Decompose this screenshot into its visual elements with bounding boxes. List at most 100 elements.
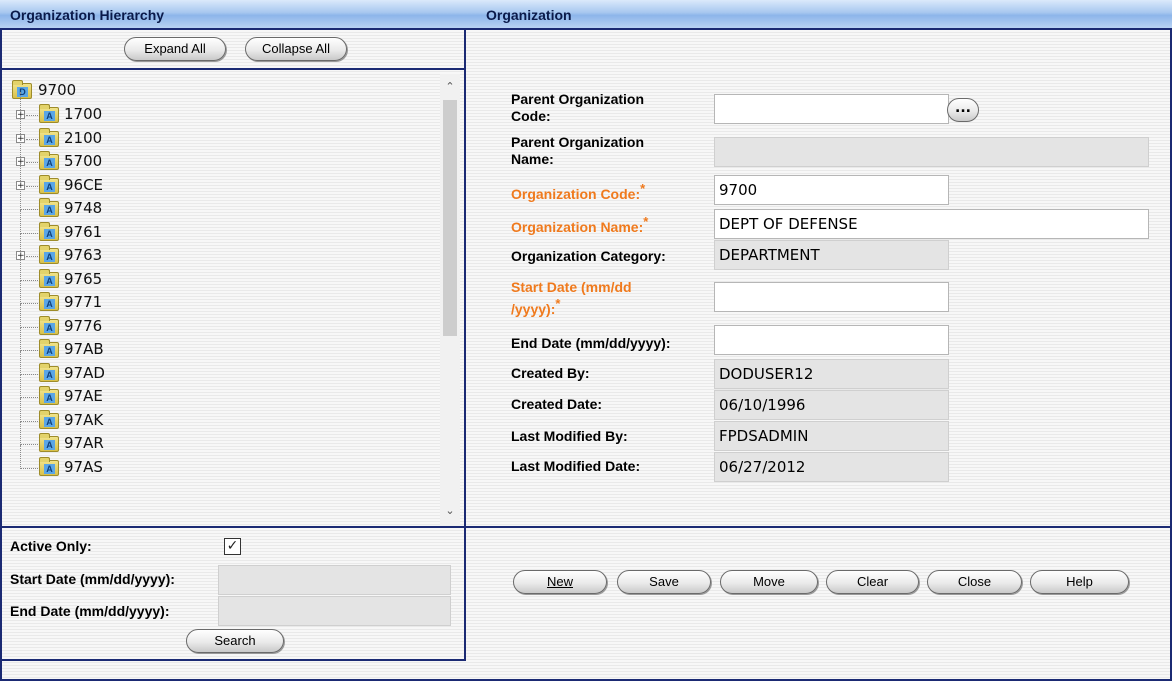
tree-connector <box>20 209 21 234</box>
tree-node[interactable]: + A 96CE <box>6 162 426 199</box>
tree-node-label: 97AR <box>64 434 104 452</box>
filter-start-date-label: Start Date (mm/dd/yyyy): <box>10 571 175 587</box>
tree-connector <box>20 256 21 281</box>
tree-node-label: 97AB <box>64 340 104 358</box>
folder-a-icon: A <box>39 433 59 452</box>
tree-node[interactable]: A 97AE <box>6 374 426 410</box>
move-button[interactable]: Move <box>720 570 818 594</box>
tree-node-label: 5700 <box>64 152 103 170</box>
tree-node-label: 9761 <box>64 222 103 241</box>
search-button-label: Search <box>214 633 256 648</box>
last-modified-date-input[interactable]: 06/27/2012 <box>714 452 949 482</box>
organization-tree[interactable]: D 9700 + A 1700 + A 2100 + A 5700 + A 96CE A 9748 A 976… <box>6 74 440 524</box>
org-name-input[interactable]: DEPT OF DEFENSE <box>714 209 1149 239</box>
scroll-down-icon[interactable]: ⌄ <box>440 502 460 520</box>
new-button[interactable]: New <box>513 570 607 594</box>
tree-connector <box>21 467 38 469</box>
org-code-label: Organization Code:* <box>511 181 646 202</box>
created-date-input[interactable]: 06/10/1996 <box>714 390 949 420</box>
org-code-input[interactable]: 9700 <box>714 175 949 205</box>
tree-connector <box>21 444 38 445</box>
tree-node[interactable]: A 97AS <box>6 444 426 481</box>
tree-node[interactable]: A 9748 <box>6 186 426 222</box>
move-button-label: Move <box>753 574 785 589</box>
scroll-thumb[interactable] <box>443 100 457 336</box>
lookup-ellipsis-button[interactable]: ... <box>947 98 979 122</box>
tree-node-label: 9748 <box>64 199 103 217</box>
close-button[interactable]: Close <box>927 570 1022 594</box>
filter-start-date-input[interactable] <box>218 565 451 595</box>
tree-connector <box>21 373 38 375</box>
hierarchy-header: Organization Hierarchy <box>0 0 466 30</box>
folder-a-icon: A <box>39 409 59 429</box>
help-button[interactable]: Help <box>1030 570 1129 594</box>
folder-a-icon: A <box>39 174 59 194</box>
tree-node[interactable]: A 97AK <box>6 397 426 434</box>
save-button[interactable]: Save <box>617 570 711 594</box>
active-only-label: Active Only: <box>10 538 92 554</box>
tree-root-node[interactable]: D 9700 <box>6 80 426 104</box>
filter-end-date-input[interactable] <box>218 596 451 626</box>
filter-end-date-label: End Date (mm/dd/yyyy): <box>10 603 170 619</box>
tree-node-label: 9771 <box>64 293 103 311</box>
tree-connector <box>26 162 38 163</box>
hierarchy-header-title: Organization Hierarchy <box>10 7 165 23</box>
clear-button[interactable]: Clear <box>826 570 919 594</box>
tree-node[interactable]: A 9761 <box>6 209 426 246</box>
org-category-input[interactable]: DEPARTMENT <box>714 240 949 270</box>
created-by-label: Created By: <box>511 365 590 381</box>
tree-connector <box>20 327 21 351</box>
end-date-input[interactable] <box>714 325 949 355</box>
parent-org-name-input[interactable] <box>714 137 1149 167</box>
collapse-all-button[interactable]: Collapse All <box>245 37 347 61</box>
tree-node-label: 97AE <box>64 387 103 405</box>
folder-a-icon: A <box>39 198 59 217</box>
tree-connector <box>20 374 21 398</box>
tree-connector <box>21 209 38 210</box>
tree-connector <box>20 421 21 445</box>
parent-org-code-input[interactable] <box>714 94 949 124</box>
tree-node[interactable]: + A 1700 <box>6 92 426 128</box>
created-by-input[interactable]: DODUSER12 <box>714 359 949 389</box>
last-modified-by-input[interactable]: FPDSADMIN <box>714 421 949 451</box>
search-button[interactable]: Search <box>186 629 284 653</box>
created-date-label: Created Date: <box>511 396 603 412</box>
tree-scrollbar[interactable]: ⌃ ⌄ <box>440 74 460 526</box>
save-button-label: Save <box>649 574 679 589</box>
tree-node[interactable]: + A 5700 <box>6 139 426 175</box>
tree-node[interactable]: A 97AD <box>6 350 426 387</box>
tree-node-label: 9700 <box>38 81 77 99</box>
clear-button-label: Clear <box>856 574 889 589</box>
start-date-label: Start Date (mm/dd /yyyy):* <box>511 279 632 317</box>
tree-node[interactable]: A 9776 <box>6 303 426 340</box>
tree-node[interactable]: + A 2100 <box>6 115 426 152</box>
tree-node-label: 97AS <box>64 457 103 476</box>
tree-node[interactable]: A 9771 <box>6 280 426 316</box>
folder-d-icon: D <box>12 80 32 99</box>
tree-connector <box>21 350 38 351</box>
end-date-label: End Date (mm/dd/yyyy): <box>511 335 671 351</box>
tree-node[interactable]: + A 9763 <box>6 233 426 269</box>
tree-node[interactable]: A 9765 <box>6 256 426 293</box>
scroll-up-icon[interactable]: ⌃ <box>440 78 460 96</box>
tree-connector <box>26 185 38 187</box>
vertical-divider <box>464 30 466 659</box>
left-bottom-divider <box>0 659 466 661</box>
folder-a-icon: A <box>39 245 59 264</box>
parent-org-name-label: Parent Organization Name: <box>511 134 645 167</box>
tree-node-label: 96CE <box>64 175 104 194</box>
folder-a-icon: A <box>39 268 59 288</box>
start-date-input[interactable] <box>714 282 949 312</box>
parent-org-code-label: Parent Organization Code: <box>511 91 645 124</box>
tree-connector <box>26 115 38 116</box>
folder-a-icon: A <box>39 315 59 335</box>
tree-node-label: 97AD <box>64 363 105 382</box>
folder-a-icon: A <box>39 104 59 123</box>
folder-a-icon: A <box>39 362 59 382</box>
last-modified-date-label: Last Modified Date: <box>511 458 641 474</box>
tree-node[interactable]: A 97AR <box>6 421 426 457</box>
tree-connector <box>20 303 21 328</box>
active-only-checkbox[interactable]: ✓ <box>224 538 241 555</box>
expand-all-button[interactable]: Expand All <box>124 37 226 61</box>
tree-node[interactable]: A 97AB <box>6 327 426 363</box>
